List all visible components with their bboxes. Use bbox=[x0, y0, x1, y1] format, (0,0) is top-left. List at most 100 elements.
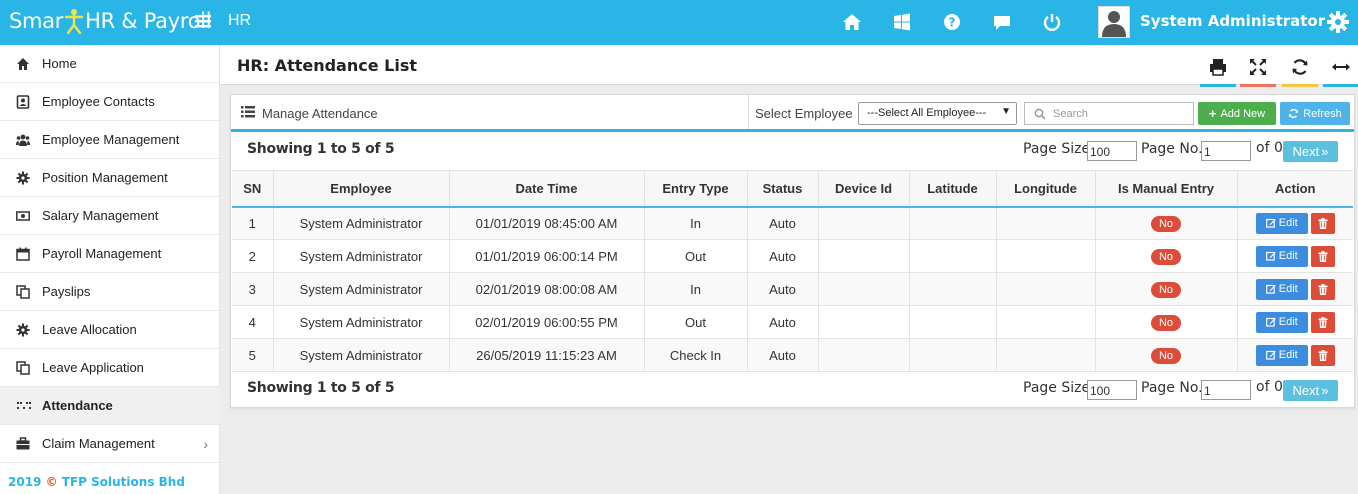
fullscreen-underline bbox=[1240, 84, 1276, 87]
col-header[interactable]: Entry Type bbox=[644, 170, 748, 208]
col-header[interactable]: Longitude bbox=[996, 170, 1096, 208]
search-input[interactable]: Search bbox=[1024, 102, 1194, 125]
cell-employee: System Administrator bbox=[273, 272, 450, 306]
cell-device bbox=[818, 338, 910, 372]
panel-title: Manage Attendance bbox=[262, 106, 378, 121]
cell-lat bbox=[909, 305, 997, 339]
fingerprint-icon bbox=[16, 399, 31, 413]
pager-top: Showing 1 to 5 of 5 Page Size 100 Page N… bbox=[231, 133, 1354, 167]
page-size-input[interactable]: 100 bbox=[1087, 141, 1137, 161]
col-header[interactable]: Latitude bbox=[909, 170, 997, 208]
col-header[interactable]: Is Manual Entry bbox=[1095, 170, 1238, 208]
fullscreen-icon bbox=[1250, 59, 1266, 75]
dropdown-arrow-icon: ▼ bbox=[1001, 106, 1011, 117]
edit-button[interactable]: Edit bbox=[1255, 245, 1308, 267]
cell-status: Auto bbox=[747, 305, 819, 339]
table-row[interactable]: 4 System Administrator 02/01/2019 06:00:55… bbox=[232, 305, 1353, 339]
app-logo[interactable]: Smar HR & Payroll bbox=[9, 8, 212, 35]
next-page-button[interactable]: Next » bbox=[1283, 380, 1338, 401]
cell-device bbox=[818, 239, 910, 273]
table-row[interactable]: 1 System Administrator 01/01/2019 08:45:00… bbox=[232, 206, 1353, 240]
col-header[interactable]: Status bbox=[747, 170, 819, 208]
reload-button[interactable] bbox=[1282, 55, 1318, 87]
footer-company: TFP Solutions Bhd bbox=[61, 475, 185, 489]
page-size-input[interactable]: 100 bbox=[1087, 380, 1137, 400]
user-avatar[interactable] bbox=[1098, 6, 1130, 38]
help-icon[interactable]: ? bbox=[942, 12, 962, 32]
cell-entry: Out bbox=[644, 305, 748, 339]
money-icon bbox=[16, 209, 30, 223]
page-no-input[interactable]: 1 bbox=[1201, 141, 1251, 161]
select-employee-dropdown[interactable]: ---Select All Employee--- ▼ bbox=[858, 102, 1017, 125]
print-button[interactable] bbox=[1200, 55, 1236, 87]
power-icon[interactable] bbox=[1042, 12, 1062, 32]
delete-button[interactable] bbox=[1310, 278, 1335, 300]
sidebar-item-label: Leave Application bbox=[42, 360, 144, 375]
delete-button[interactable] bbox=[1310, 344, 1335, 366]
col-header[interactable]: Device Id bbox=[818, 170, 910, 208]
col-header[interactable]: Employee bbox=[273, 170, 450, 208]
sidebar-item-employee-contacts[interactable]: Employee Contacts bbox=[0, 83, 220, 121]
home-icon[interactable] bbox=[842, 12, 862, 32]
sidebar-item-salary-management[interactable]: Salary Management bbox=[0, 197, 220, 235]
delete-button[interactable] bbox=[1310, 245, 1335, 267]
sidebar-item-position-management[interactable]: Position Management bbox=[0, 159, 220, 197]
cell-status: Auto bbox=[747, 239, 819, 273]
col-header[interactable]: SN bbox=[232, 170, 274, 208]
page-no-label: Page No. bbox=[1141, 141, 1203, 157]
cell-device bbox=[818, 305, 910, 339]
sidebar-item-label: Home bbox=[42, 56, 77, 71]
sidebar-item-leave-allocation[interactable]: Leave Allocation bbox=[0, 311, 220, 349]
fullscreen-button[interactable] bbox=[1240, 55, 1276, 87]
manual-entry-badge: No bbox=[1150, 347, 1182, 364]
refresh-icon bbox=[1289, 108, 1299, 119]
briefcase-icon bbox=[16, 436, 30, 451]
cell-action: Edit bbox=[1237, 206, 1353, 240]
menu-toggle-icon[interactable] bbox=[194, 12, 212, 33]
table-row[interactable]: 5 System Administrator 26/05/2019 11:15:23… bbox=[232, 338, 1353, 372]
windows-icon[interactable] bbox=[892, 12, 912, 32]
edit-button[interactable]: Edit bbox=[1255, 212, 1308, 234]
sidebar-item-label: Employee Management bbox=[42, 132, 180, 147]
page-no-input[interactable]: 1 bbox=[1201, 380, 1251, 400]
logo-figure-icon bbox=[64, 8, 84, 35]
col-header[interactable]: Date Time bbox=[449, 170, 645, 208]
edit-button[interactable]: Edit bbox=[1255, 278, 1308, 300]
cell-employee: System Administrator bbox=[273, 239, 450, 273]
chevron-right-icon: › bbox=[203, 436, 208, 452]
cell-lng bbox=[996, 338, 1096, 372]
page-no-label: Page No. bbox=[1141, 380, 1203, 396]
plus-icon: + bbox=[1208, 106, 1217, 121]
settings-gear-icon[interactable] bbox=[1326, 10, 1350, 34]
next-page-button[interactable]: Next » bbox=[1283, 141, 1338, 162]
sidebar-item-home[interactable]: Home bbox=[0, 45, 220, 83]
edit-icon bbox=[1265, 317, 1276, 327]
table-row[interactable]: 3 System Administrator 02/01/2019 08:00:08… bbox=[232, 272, 1353, 306]
delete-button[interactable] bbox=[1310, 212, 1335, 234]
delete-button[interactable] bbox=[1310, 311, 1335, 333]
sidebar-item-attendance[interactable]: Attendance bbox=[0, 387, 220, 425]
cell-lng bbox=[996, 305, 1096, 339]
add-new-button[interactable]: + Add New bbox=[1198, 102, 1276, 125]
sidebar-item-label: Payroll Management bbox=[42, 246, 162, 261]
edit-button[interactable]: Edit bbox=[1255, 311, 1308, 333]
sidebar-item-payroll-management[interactable]: Payroll Management bbox=[0, 235, 220, 273]
page-title: HR: Attendance List bbox=[237, 56, 417, 75]
edit-button[interactable]: Edit bbox=[1255, 344, 1308, 366]
sidebar-item-leave-application[interactable]: Leave Application bbox=[0, 349, 220, 387]
sidebar-item-label: Employee Contacts bbox=[42, 94, 155, 109]
cell-entry: In bbox=[644, 206, 748, 240]
expand-button[interactable] bbox=[1323, 55, 1358, 87]
refresh-button[interactable]: Refresh bbox=[1280, 102, 1350, 125]
sidebar-item-claim-management[interactable]: Claim Management › bbox=[0, 425, 220, 463]
manual-entry-badge: No bbox=[1150, 215, 1182, 232]
trash-icon bbox=[1318, 349, 1328, 361]
sidebar-item-payslips[interactable]: Payslips bbox=[0, 273, 220, 311]
cell-lat bbox=[909, 239, 997, 273]
trash-icon bbox=[1318, 283, 1328, 295]
sidebar-item-employee-management[interactable]: Employee Management bbox=[0, 121, 220, 159]
user-name[interactable]: System Administrator bbox=[1140, 12, 1325, 30]
panel-divider bbox=[748, 95, 749, 129]
table-row[interactable]: 2 System Administrator 01/01/2019 06:00:14… bbox=[232, 239, 1353, 273]
chat-icon[interactable] bbox=[992, 12, 1012, 32]
